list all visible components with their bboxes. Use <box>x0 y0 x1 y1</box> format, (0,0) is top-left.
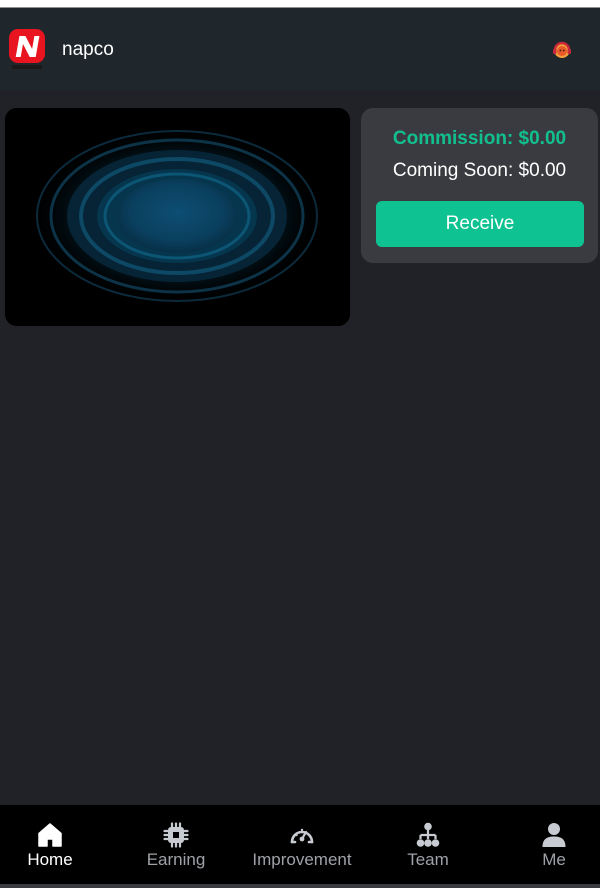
nav-item-improvement[interactable]: Improvement <box>240 805 364 888</box>
commission-card: Commission: $0.00 Coming Soon: $0.00 Rec… <box>361 108 598 263</box>
gauge-icon <box>290 828 314 844</box>
nav-item-team[interactable]: Team <box>378 805 478 888</box>
chip-icon <box>163 822 189 848</box>
bottom-nav: Home Earning Improvement Team Me <box>0 805 600 888</box>
ripple-rings-animation <box>5 108 350 326</box>
customer-service-icon[interactable] <box>550 38 574 62</box>
nav-label-earning: Earning <box>146 850 206 869</box>
nav-label-team: Team <box>407 850 449 869</box>
nav-label-improvement: Improvement <box>252 850 352 869</box>
receive-button[interactable]: Receive <box>376 201 584 247</box>
coming-soon-amount: Coming Soon: $0.00 <box>392 160 567 181</box>
commission-amount: Commission: $0.00 <box>392 128 567 149</box>
nav-label-me: Me <box>542 850 566 869</box>
napco-logo-icon <box>9 29 45 69</box>
app-header: napco <box>0 8 600 90</box>
page: napco Commission: $0.00 Coming Soon: $0.… <box>0 0 600 888</box>
nav-item-me[interactable]: Me <box>504 805 600 888</box>
nav-label-home: Home <box>27 850 73 869</box>
nav-item-earning[interactable]: Earning <box>126 805 226 888</box>
bottom-edge <box>0 884 600 888</box>
app-name: napco <box>62 39 114 60</box>
person-icon <box>542 823 566 847</box>
hierarchy-icon <box>416 822 440 847</box>
home-icon <box>38 823 62 847</box>
nav-item-home[interactable]: Home <box>0 805 100 888</box>
hero-banner <box>5 108 350 326</box>
top-strip <box>0 0 600 8</box>
